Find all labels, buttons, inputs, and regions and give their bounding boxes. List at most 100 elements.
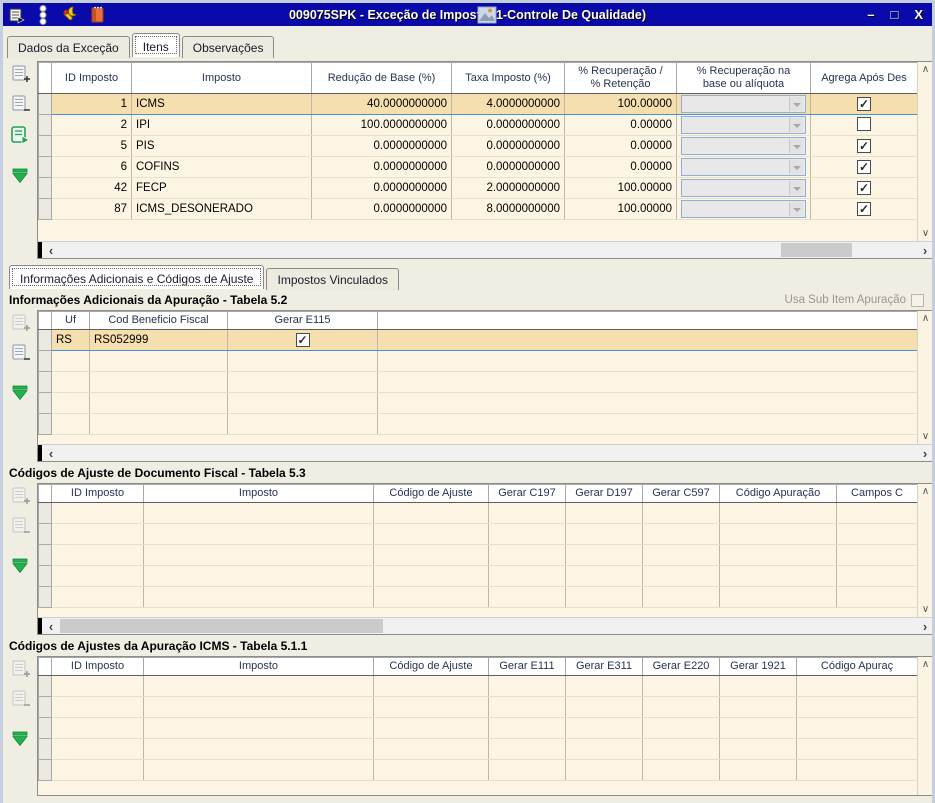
- column-header[interactable]: Código Apuraç: [797, 658, 918, 676]
- dropdown[interactable]: [681, 137, 806, 155]
- column-header[interactable]: Campos C: [837, 485, 918, 503]
- grid-cell[interactable]: 100.0000000000: [312, 115, 452, 136]
- checkbox[interactable]: ✓: [857, 139, 871, 153]
- table-row[interactable]: 6COFINS0.00000000000.00000000000.00000✓: [39, 157, 918, 178]
- column-header[interactable]: Uf: [52, 312, 90, 330]
- column-header[interactable]: Código de Ajuste: [374, 485, 489, 503]
- dropdown[interactable]: [681, 179, 806, 197]
- column-header[interactable]: Gerar E220: [643, 658, 720, 676]
- horizontal-scrollbar[interactable]: ‹ ›: [38, 444, 933, 461]
- horizontal-scrollbar[interactable]: ‹ ›: [38, 617, 933, 634]
- scroll-right-icon[interactable]: ›: [917, 242, 933, 258]
- tab-itens[interactable]: Itens: [132, 33, 180, 57]
- picture-icon[interactable]: [477, 6, 497, 24]
- delete-row-icon[interactable]: [10, 94, 31, 114]
- grid-cell[interactable]: 0.0000000000: [312, 199, 452, 220]
- scroll-up-icon[interactable]: ∧: [922, 657, 929, 672]
- grid-cell[interactable]: 5: [52, 136, 132, 157]
- grid-cell[interactable]: ICMS_DESONERADO: [132, 199, 312, 220]
- maximize-button[interactable]: □: [890, 8, 898, 21]
- checkbox[interactable]: ✓: [296, 333, 310, 347]
- grid-cell[interactable]: 100.00000: [565, 94, 677, 115]
- scrollbar-thumb[interactable]: [781, 243, 853, 257]
- goto-last-icon[interactable]: [10, 558, 30, 574]
- delete-row-icon[interactable]: [10, 343, 31, 363]
- column-header[interactable]: Redução de Base (%): [312, 63, 452, 94]
- column-header[interactable]: ID Imposto: [52, 63, 132, 94]
- usa-sub-item-checkbox[interactable]: [911, 294, 924, 307]
- scroll-left-icon[interactable]: ‹: [43, 445, 59, 461]
- scroll-up-icon[interactable]: ∧: [922, 484, 929, 499]
- traffic-light-icon[interactable]: [36, 5, 50, 25]
- scrollbar-thumb[interactable]: [60, 619, 382, 633]
- notebook-icon[interactable]: [89, 5, 106, 24]
- grid-cell[interactable]: 0.00000: [565, 136, 677, 157]
- column-header[interactable]: Taxa Imposto (%): [452, 63, 565, 94]
- scroll-up-icon[interactable]: ∧: [922, 311, 929, 326]
- dropdown[interactable]: [681, 116, 806, 134]
- wrench-icon[interactable]: [60, 5, 79, 24]
- delete-row-icon[interactable]: [10, 516, 31, 536]
- grid-cell[interactable]: 0.0000000000: [452, 136, 565, 157]
- add-row-icon[interactable]: [10, 313, 31, 333]
- grid-cell[interactable]: 2: [52, 115, 132, 136]
- grid-cell[interactable]: ICMS: [132, 94, 312, 115]
- column-header[interactable]: Imposto: [144, 485, 374, 503]
- grid-cell[interactable]: PIS: [132, 136, 312, 157]
- table-row[interactable]: 5PIS0.00000000000.00000000000.00000✓: [39, 136, 918, 157]
- column-header[interactable]: Cod Beneficio Fiscal: [90, 312, 228, 330]
- checkbox[interactable]: [857, 117, 871, 131]
- chevron-down-icon[interactable]: [789, 139, 803, 153]
- scroll-right-icon[interactable]: ›: [917, 445, 933, 461]
- dropdown[interactable]: [681, 95, 806, 113]
- add-row-icon[interactable]: [10, 486, 31, 506]
- grid-cell[interactable]: 87: [52, 199, 132, 220]
- column-header[interactable]: Gerar D197: [566, 485, 643, 503]
- grid-cell[interactable]: 1: [52, 94, 132, 115]
- grid-cell[interactable]: RS052999: [90, 330, 228, 351]
- close-button[interactable]: X: [914, 8, 923, 21]
- scroll-up-icon[interactable]: ∧: [922, 62, 929, 77]
- scroll-down-icon[interactable]: ∨: [922, 226, 929, 241]
- grid-cell[interactable]: 0.0000000000: [312, 136, 452, 157]
- dropdown[interactable]: [681, 200, 806, 218]
- checkbox[interactable]: ✓: [857, 97, 871, 111]
- checkbox[interactable]: ✓: [857, 160, 871, 174]
- column-header[interactable]: ID Imposto: [52, 658, 144, 676]
- scroll-down-icon[interactable]: ∨: [922, 602, 929, 617]
- grid-cell[interactable]: 100.00000: [565, 199, 677, 220]
- column-header[interactable]: Imposto: [144, 658, 374, 676]
- grid-cell[interactable]: 0.0000000000: [452, 157, 565, 178]
- grid-cell[interactable]: 6: [52, 157, 132, 178]
- add-row-icon[interactable]: [10, 64, 31, 84]
- grid-cell[interactable]: 4.0000000000: [452, 94, 565, 115]
- grid-cell[interactable]: 42: [52, 178, 132, 199]
- column-header[interactable]: % Recuperação / % Retenção: [565, 63, 677, 94]
- chevron-down-icon[interactable]: [789, 181, 803, 195]
- column-header[interactable]: Gerar C597: [643, 485, 720, 503]
- column-header[interactable]: Imposto: [132, 63, 312, 94]
- grid-cell[interactable]: 8.0000000000: [452, 199, 565, 220]
- chevron-down-icon[interactable]: [789, 97, 803, 111]
- grid-cell[interactable]: RS: [52, 330, 90, 351]
- chevron-down-icon[interactable]: [789, 202, 803, 216]
- grid-cell[interactable]: IPI: [132, 115, 312, 136]
- column-header[interactable]: % Recuperação na base ou alíquota: [677, 63, 811, 94]
- grid-cell[interactable]: 2.0000000000: [452, 178, 565, 199]
- grid-cell[interactable]: 0.00000: [565, 157, 677, 178]
- column-header[interactable]: Gerar E115: [228, 312, 378, 330]
- column-header[interactable]: Gerar 1921: [720, 658, 797, 676]
- column-header[interactable]: Gerar E111: [489, 658, 566, 676]
- subtab-impostos-vinculados[interactable]: Impostos Vinculados: [266, 268, 399, 290]
- grid-cell[interactable]: 0.0000000000: [312, 157, 452, 178]
- tab-dados-da-excecao[interactable]: Dados da Exceção: [7, 36, 130, 58]
- confirm-grid-icon[interactable]: [9, 124, 31, 146]
- column-header[interactable]: Agrega Após Des: [811, 63, 918, 94]
- scroll-down-icon[interactable]: ∨: [922, 429, 929, 444]
- grid-cell[interactable]: FECP: [132, 178, 312, 199]
- column-header[interactable]: Código de Ajuste: [374, 658, 489, 676]
- column-header[interactable]: Código Apuração: [720, 485, 837, 503]
- tab-observacoes[interactable]: Observações: [182, 36, 275, 58]
- grid-cell[interactable]: COFINS: [132, 157, 312, 178]
- grid-cell[interactable]: 0.0000000000: [452, 115, 565, 136]
